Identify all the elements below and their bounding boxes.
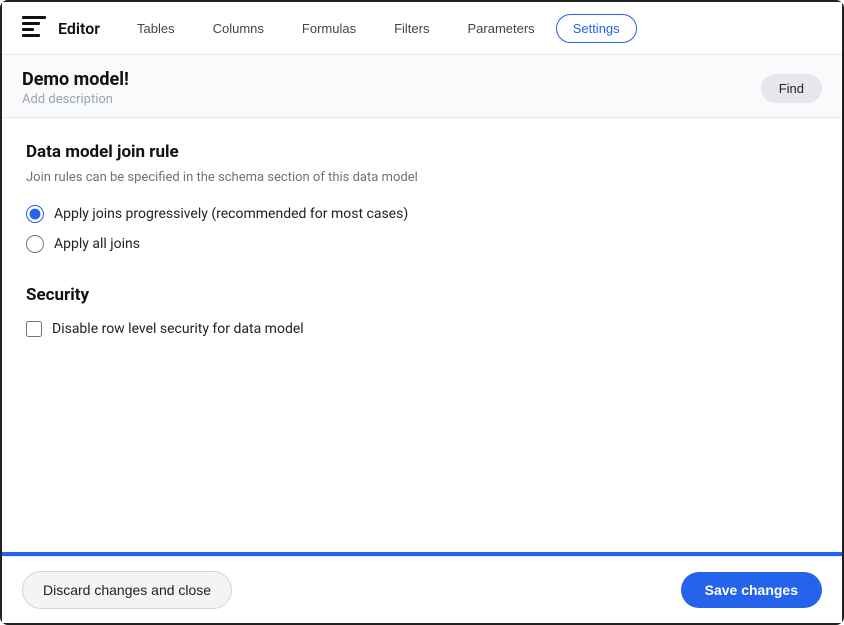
tab-tables[interactable]: Tables bbox=[120, 14, 192, 43]
discard-button[interactable]: Discard changes and close bbox=[22, 571, 232, 609]
model-header: Demo model! Add description Find bbox=[2, 55, 842, 118]
app-header: Editor Tables Columns Formulas Filters P… bbox=[2, 2, 842, 55]
security-section: Security Disable row level security for … bbox=[26, 285, 818, 337]
tab-parameters[interactable]: Parameters bbox=[450, 14, 551, 43]
radio-all-joins-input[interactable] bbox=[26, 235, 44, 253]
security-checkbox-label: Disable row level security for data mode… bbox=[52, 321, 304, 337]
model-description-placeholder[interactable]: Add description bbox=[22, 92, 129, 107]
join-rule-title: Data model join rule bbox=[26, 142, 818, 162]
security-checkbox-item[interactable]: Disable row level security for data mode… bbox=[26, 321, 818, 337]
security-checkbox-input[interactable] bbox=[26, 321, 42, 337]
radio-progressive-input[interactable] bbox=[26, 205, 44, 223]
radio-all-joins[interactable]: Apply all joins bbox=[26, 235, 818, 253]
radio-progressive-label: Apply joins progressively (recommended f… bbox=[54, 206, 408, 222]
join-rule-description: Join rules can be specified in the schem… bbox=[26, 170, 818, 185]
model-title-area: Demo model! Add description bbox=[22, 69, 129, 107]
find-button[interactable]: Find bbox=[761, 74, 822, 103]
nav-tabs: Tables Columns Formulas Filters Paramete… bbox=[120, 14, 637, 43]
tab-filters[interactable]: Filters bbox=[377, 14, 446, 43]
save-button[interactable]: Save changes bbox=[681, 572, 822, 608]
settings-content: Data model join rule Join rules can be s… bbox=[2, 118, 842, 552]
tab-settings[interactable]: Settings bbox=[556, 14, 637, 43]
join-rule-section: Data model join rule Join rules can be s… bbox=[26, 142, 818, 253]
model-title: Demo model! bbox=[22, 69, 129, 90]
radio-all-joins-label: Apply all joins bbox=[54, 236, 140, 252]
security-title: Security bbox=[26, 285, 818, 305]
editor-label: Editor bbox=[58, 19, 100, 38]
app-logo-icon bbox=[18, 12, 50, 44]
radio-progressive[interactable]: Apply joins progressively (recommended f… bbox=[26, 205, 818, 223]
join-rule-radio-group: Apply joins progressively (recommended f… bbox=[26, 205, 818, 253]
logo-area: Editor bbox=[18, 12, 100, 44]
tab-formulas[interactable]: Formulas bbox=[285, 14, 373, 43]
tab-columns[interactable]: Columns bbox=[196, 14, 281, 43]
footer: Discard changes and close Save changes bbox=[2, 556, 842, 623]
